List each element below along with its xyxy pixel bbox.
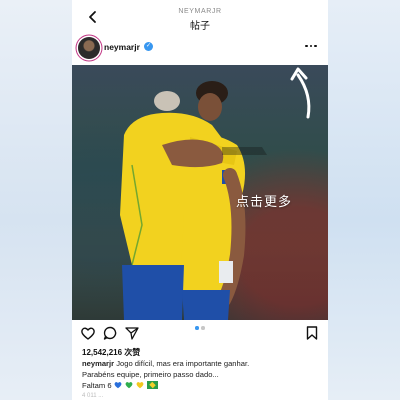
curved-arrow-icon <box>296 73 311 119</box>
blue-heart-icon <box>114 382 122 389</box>
brazil-flag-icon <box>147 381 159 389</box>
more-options-button[interactable] <box>302 39 320 53</box>
faded-footer: 4 011 ... <box>82 393 104 399</box>
caption-line-2: Parabéns equipe, primeiro passo dado... <box>82 370 219 379</box>
instagram-post-screen: NEYMARJR 帖子 neymarjr ✓ 点击更多 12,542,216 次… <box>72 0 328 400</box>
yellow-heart-icon <box>136 382 144 389</box>
caption-text-1: Jogo difícil, mas era importante ganhar. <box>116 359 250 368</box>
green-heart-icon <box>125 382 133 389</box>
avatar[interactable] <box>78 37 100 59</box>
page-title: 帖子 <box>190 21 210 32</box>
top-username: NEYMARJR <box>178 8 222 15</box>
carousel-dot-active <box>195 326 199 330</box>
carousel-dot <box>201 326 205 330</box>
caption-line-3: Faltam 6 <box>82 381 159 390</box>
carousel-indicator <box>72 326 328 332</box>
verified-badge-icon: ✓ <box>144 42 153 51</box>
background-left <box>0 0 72 400</box>
top-bar: NEYMARJR 帖子 <box>72 0 328 32</box>
more-horizontal-icon <box>305 44 308 48</box>
like-count[interactable]: 12,542,216 次赞 <box>82 347 140 358</box>
caption-username[interactable]: neymarjr <box>82 359 114 368</box>
caption-text-3: Faltam 6 <box>82 381 112 390</box>
post-header: neymarjr ✓ <box>72 34 328 62</box>
tap-more-label: 点击更多 <box>236 194 293 209</box>
post-username[interactable]: neymarjr <box>104 42 140 52</box>
background-right <box>328 0 400 400</box>
post-photo[interactable]: 点击更多 <box>72 65 328 320</box>
caption-line-1: neymarjr Jogo difícil, mas era important… <box>82 359 249 368</box>
